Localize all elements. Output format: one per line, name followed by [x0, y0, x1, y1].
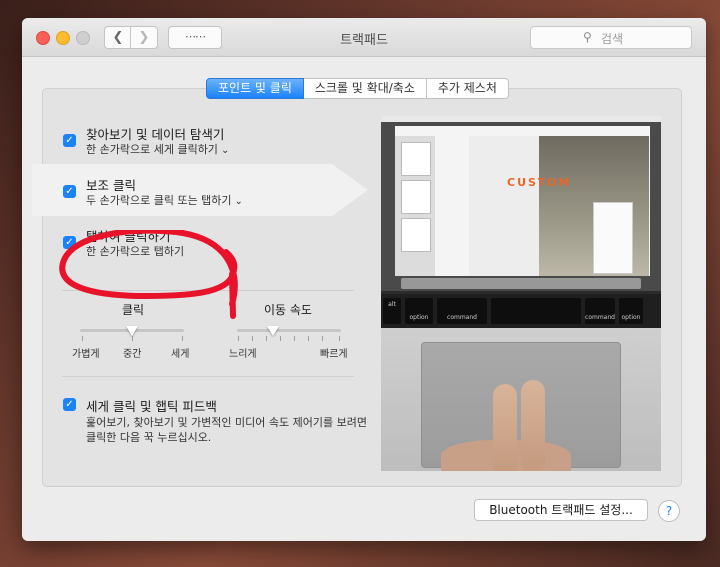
- force-click-description: 훑어보기, 찾아보기 및 가변적인 미디어 속도 제어기를 보려면 클릭한 다음…: [86, 415, 367, 445]
- preview-key-right-option: option: [619, 298, 643, 324]
- option-highlight-arrow: [332, 164, 368, 216]
- preview-finger: [521, 380, 545, 470]
- tick-mark: [182, 336, 183, 341]
- help-button[interactable]: ?: [658, 500, 680, 522]
- click-tick-firm: 세게: [171, 349, 190, 360]
- preview-key-option: option: [405, 298, 433, 324]
- tab-bar: 포인트 및 클릭 스크롤 및 확대/축소 추가 제스처: [206, 78, 509, 99]
- tracking-speed-track[interactable]: [237, 329, 341, 332]
- tick-mark: [82, 336, 83, 341]
- preview-thumb: [401, 142, 431, 176]
- force-click-checkbox[interactable]: ✓: [63, 398, 76, 411]
- tick-mark: [322, 336, 323, 341]
- preview-thumb: [401, 218, 431, 252]
- preview-finger: [493, 384, 517, 471]
- system-preferences-window: ❮ ❯ ⋯⋯ 트랙패드 ⚲ 검색 포인트 및 클릭 스크롤 및 확대/축소 추가…: [22, 18, 706, 541]
- speed-tick-slow: 느리게: [229, 349, 257, 360]
- help-icon: ?: [665, 504, 673, 518]
- search-icon: ⚲: [583, 30, 592, 44]
- chevron-down-icon: ⌄: [220, 145, 230, 156]
- tick-mark: [132, 336, 133, 341]
- lookup-subtitle-text: 한 손가락으로 세게 클릭하기: [86, 143, 218, 156]
- preview-thumb: [401, 180, 431, 214]
- preview-thumbnails: [395, 136, 435, 276]
- chevron-down-icon: ⌄: [234, 196, 243, 207]
- tick-mark: [252, 336, 253, 341]
- tick-mark: [294, 336, 295, 341]
- tick-mark: [238, 336, 239, 341]
- preview-key-left-command: command: [437, 298, 487, 324]
- tick-mark: [280, 336, 281, 341]
- tick-mark: [266, 336, 267, 341]
- preview-app-window: CUSTOM: [395, 126, 650, 276]
- separator: [62, 376, 354, 377]
- force-click-desc-line1: 훑어보기, 찾아보기 및 가변적인 미디어 속도 제어기를 보려면: [86, 416, 367, 429]
- force-click-title: 세게 클릭 및 햅틱 피드백: [86, 399, 217, 414]
- click-tick-medium: 중간: [123, 349, 142, 360]
- preview-custom-text: CUSTOM: [507, 176, 572, 189]
- preview-key-alt: alt: [383, 298, 401, 324]
- lookup-subtitle[interactable]: 한 손가락으로 세게 클릭하기 ⌄: [86, 141, 229, 157]
- tab-point-and-click[interactable]: 포인트 및 클릭: [206, 78, 304, 99]
- preview-keyboard: alt option command command option: [381, 294, 661, 328]
- tracking-speed-knob[interactable]: [267, 326, 280, 336]
- option-highlight: [32, 164, 332, 216]
- tracking-speed-label: 이동 속도: [264, 303, 312, 317]
- speed-tick-fast: 빠르게: [320, 349, 348, 360]
- click-tick-light: 가볍게: [72, 349, 100, 360]
- preview-screen: CUSTOM: [381, 116, 661, 291]
- tick-mark: [308, 336, 309, 341]
- preview-menubar: [381, 116, 661, 122]
- preview-spacebar: [491, 298, 581, 324]
- secondary-click-checkbox[interactable]: ✓: [63, 185, 76, 198]
- secondary-click-subtitle-text: 두 손가락으로 클릭 또는 탭하기: [86, 194, 232, 207]
- tab-scroll-and-zoom[interactable]: 스크롤 및 확대/축소: [303, 78, 427, 99]
- secondary-click-subtitle[interactable]: 두 손가락으로 클릭 또는 탭하기 ⌄: [86, 192, 243, 208]
- title-bar: ❮ ❯ ⋯⋯ 트랙패드 ⚲ 검색: [22, 18, 706, 57]
- search-placeholder: 검색: [601, 32, 624, 46]
- click-slider-knob[interactable]: [126, 326, 138, 336]
- tab-more-gestures[interactable]: 추가 제스처: [426, 78, 509, 99]
- preview-key-right-command: command: [585, 298, 615, 324]
- bluetooth-trackpad-setup-button[interactable]: Bluetooth 트랙패드 설정...: [474, 499, 648, 521]
- preview-laptop-body: [381, 328, 661, 471]
- search-field[interactable]: ⚲ 검색: [530, 26, 692, 49]
- lookup-checkbox[interactable]: ✓: [63, 134, 76, 147]
- red-annotation-circle: [59, 230, 238, 319]
- preview-dock: [401, 278, 641, 289]
- tick-mark: [339, 336, 340, 341]
- preview-document: CUSTOM: [469, 136, 649, 276]
- gesture-preview-video: CUSTOM alt option command command option: [381, 116, 661, 471]
- preview-context-menu: [593, 202, 633, 274]
- force-click-desc-line2: 클릭한 다음 꾹 누르십시오.: [86, 431, 212, 444]
